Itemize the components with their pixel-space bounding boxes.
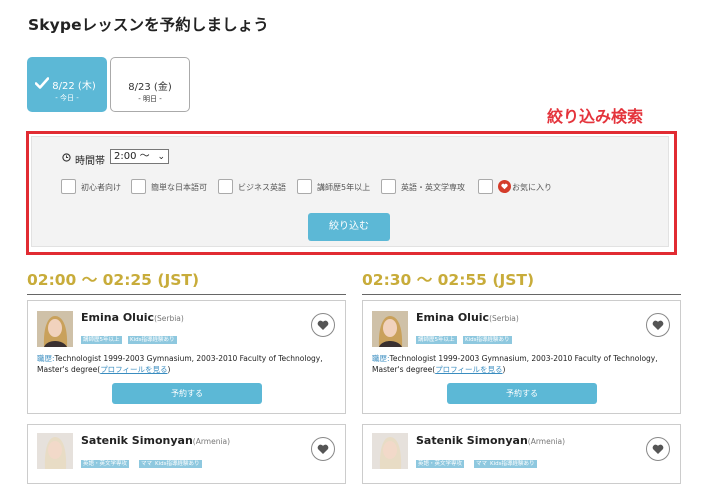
slot-time-heading: 02:30 ～ 02:55 (JST) xyxy=(362,271,535,289)
teacher-name[interactable]: Emina Oluic(Serbia) xyxy=(416,311,519,324)
teacher-avatar xyxy=(37,311,73,347)
teacher-tag: Kids指導経験あり xyxy=(128,336,177,344)
slot-time-heading: 02:00 ～ 02:25 (JST) xyxy=(27,271,200,289)
teacher-tag: 英語・英文学専攻 xyxy=(416,460,465,468)
teacher-bio: 職歴:Technologist 1999-2003 Gymnasium, 200… xyxy=(372,354,658,374)
date-tab-tomorrow[interactable]: 8/23 (金) - 明日 - xyxy=(110,57,190,112)
teacher-card xyxy=(362,424,681,484)
check-icon xyxy=(35,77,49,89)
teacher-bio: 職歴:Technologist 1999-2003 Gymnasium, 200… xyxy=(37,354,323,374)
teacher-tag: Kids指導経験あり xyxy=(153,460,202,468)
checkbox-english-major[interactable] xyxy=(381,179,396,194)
checkbox-label-beginner: 初心者向け xyxy=(81,183,121,192)
clock-icon xyxy=(62,153,71,162)
teacher-country: (Armenia) xyxy=(527,437,566,446)
teacher-name[interactable]: Satenik Simonyan(Armenia) xyxy=(81,434,230,447)
favorite-button[interactable] xyxy=(646,437,670,461)
date-tab-sub: - 今日 - xyxy=(55,94,79,102)
favorite-button[interactable] xyxy=(311,313,335,337)
teacher-avatar xyxy=(37,433,73,469)
date-tab-today[interactable]: 8/22 (木) - 今日 - xyxy=(27,57,107,112)
favorite-button[interactable] xyxy=(646,313,670,337)
slot-divider xyxy=(27,294,346,295)
time-slot-select[interactable]: 2:00 ～ ⌄ xyxy=(110,149,169,164)
checkbox-label-english-major: 英語・英文学専攻 xyxy=(401,183,465,192)
checkbox-label-teaching-5yrs: 講師歴5年以上 xyxy=(317,183,371,192)
teacher-tag: Kids指導経験あり xyxy=(488,460,537,468)
checkbox-easy-japanese[interactable] xyxy=(131,179,146,194)
checkbox-business-english[interactable] xyxy=(218,179,233,194)
profile-link[interactable]: プロフィールを見る xyxy=(435,365,502,374)
teacher-tag: 講師歴5年以上 xyxy=(81,336,122,344)
date-tab-date: 8/23 (金) xyxy=(128,82,172,93)
checkbox-teaching-5yrs[interactable] xyxy=(297,179,312,194)
checkbox-label-favorites: お気に入り xyxy=(512,183,552,192)
profile-link[interactable]: プロフィールを見る xyxy=(100,365,167,374)
checkbox-beginner[interactable] xyxy=(61,179,76,194)
teacher-card xyxy=(27,424,346,484)
teacher-tag: 講師歴5年以上 xyxy=(416,336,457,344)
teacher-avatar xyxy=(372,311,408,347)
checkbox-label-easy-japanese: 簡単な日本語可 xyxy=(151,183,207,192)
teacher-name[interactable]: Satenik Simonyan(Armenia) xyxy=(416,434,565,447)
checkbox-favorites[interactable] xyxy=(478,179,493,194)
teacher-tag: Kids指導経験あり xyxy=(463,336,512,344)
slot-divider xyxy=(362,294,681,295)
teacher-country: (Serbia) xyxy=(489,314,519,323)
teacher-country: (Armenia) xyxy=(192,437,231,446)
teacher-country: (Serbia) xyxy=(154,314,184,323)
teacher-tag: ママ xyxy=(139,460,155,468)
reserve-button[interactable]: 予約する xyxy=(112,383,262,404)
filter-search-heading: 絞り込み検索 xyxy=(547,107,644,126)
page-title: Skypeレッスンを予約しましょう xyxy=(28,16,269,34)
teacher-tag: 英語・英文学専攻 xyxy=(81,460,130,468)
heart-icon xyxy=(498,180,511,193)
reserve-button[interactable]: 予約する xyxy=(447,383,597,404)
favorite-button[interactable] xyxy=(311,437,335,461)
teacher-name[interactable]: Emina Oluic(Serbia) xyxy=(81,311,184,324)
date-tab-sub: - 明日 - xyxy=(138,95,162,103)
time-slot-value: 2:00 ～ xyxy=(114,151,150,162)
teacher-tag: ママ xyxy=(474,460,490,468)
time-slot-label: 時間帯 xyxy=(75,156,105,167)
chevron-down-icon: ⌄ xyxy=(157,152,165,162)
filter-submit-button[interactable]: 絞り込む xyxy=(308,213,390,241)
checkbox-label-business-english: ビジネス英語 xyxy=(238,183,286,192)
teacher-avatar xyxy=(372,433,408,469)
